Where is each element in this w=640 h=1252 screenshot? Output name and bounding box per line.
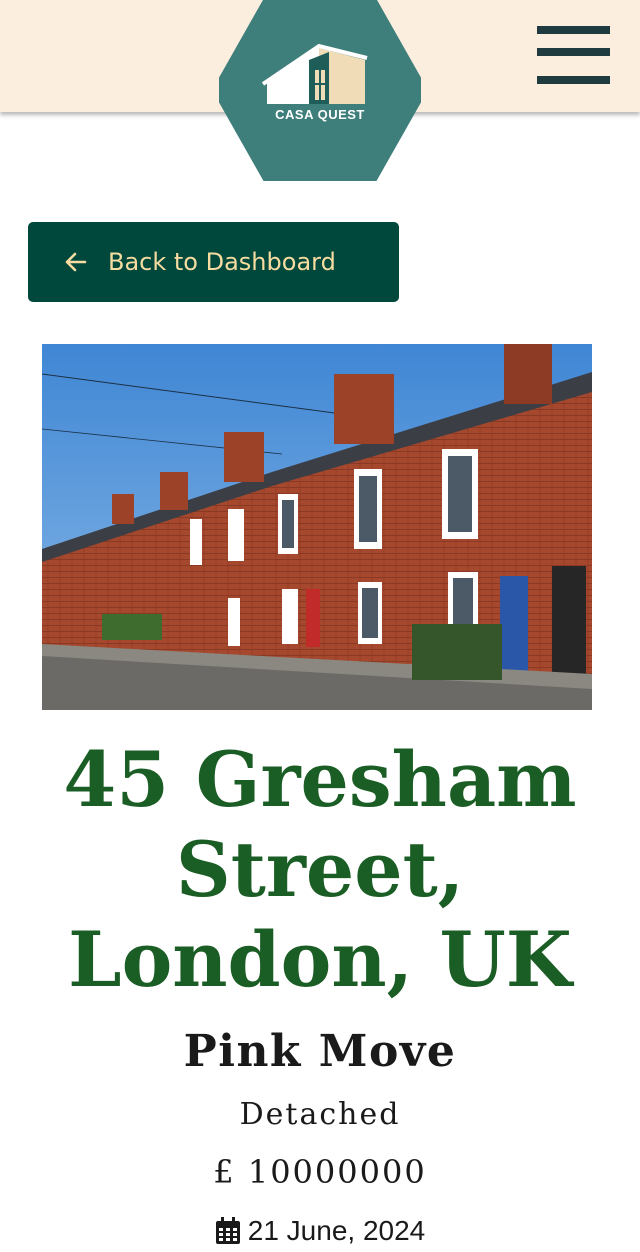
listing-date: 21 June, 2024 xyxy=(20,1212,620,1250)
logo-text: CASA QUEST xyxy=(275,107,365,122)
back-to-dashboard-button[interactable]: Back to Dashboard xyxy=(28,222,399,302)
listing-date-text: 21 June, 2024 xyxy=(247,1215,426,1246)
property-price: £ 10000000 xyxy=(213,1153,427,1191)
house-logo-icon xyxy=(219,0,421,181)
agent-name: Pink Move xyxy=(183,1026,457,1077)
back-button-label: Back to Dashboard xyxy=(108,248,336,276)
casa-quest-logo[interactable]: CASA QUEST xyxy=(219,0,421,181)
calendar-icon xyxy=(215,1217,240,1244)
hamburger-menu-icon[interactable] xyxy=(537,26,611,86)
property-photo xyxy=(42,344,592,710)
arrow-left-icon xyxy=(65,252,87,272)
property-type: Detached xyxy=(239,1097,401,1132)
property-address: 45 Gresham Street, London, UK xyxy=(63,735,577,1004)
